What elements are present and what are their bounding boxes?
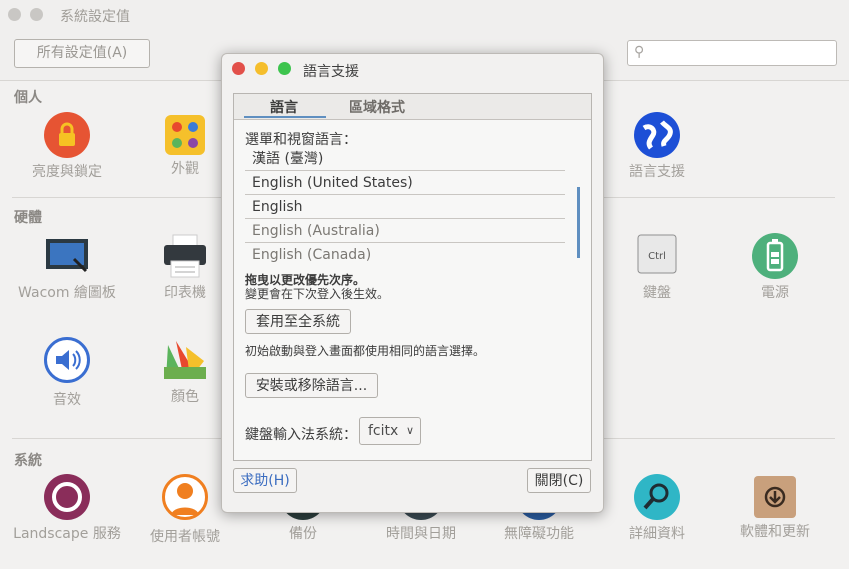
- all-settings-button[interactable]: 所有設定值(A): [14, 39, 150, 68]
- dialog-titlebar: 語言支援: [222, 54, 603, 86]
- section-hardware: 硬體: [14, 210, 42, 226]
- close-window-button[interactable]: [8, 8, 21, 21]
- apply-description: 初始啟動與登入畫面都使用相同的語言選擇。: [245, 344, 486, 358]
- language-item[interactable]: 漢語 (臺灣): [245, 148, 565, 171]
- dialog-maximize-button[interactable]: [278, 62, 291, 75]
- speaker-icon: [44, 337, 90, 383]
- language-support-dialog: 語言支援 語言 區域格式 選單和視窗語言： 漢語 (臺灣) English (U…: [221, 53, 604, 513]
- language-item[interactable]: English (Australia): [245, 220, 565, 243]
- palette-icon: [165, 115, 205, 155]
- menu-language-label: 選單和視窗語言：: [245, 132, 357, 148]
- item-brightness-lock[interactable]: 亮度與鎖定: [12, 112, 122, 181]
- search-icon: ⚲: [634, 44, 645, 60]
- language-list-scrollbar[interactable]: [577, 187, 580, 258]
- active-tab-indicator: [244, 116, 326, 118]
- dialog-notebook: 語言 區域格式 選單和視窗語言： 漢語 (臺灣) English (United…: [233, 93, 592, 461]
- tab-language[interactable]: 語言: [270, 97, 298, 117]
- login-hint: 變更會在下次登入後生效。: [245, 287, 390, 301]
- section-personal: 個人: [14, 90, 42, 106]
- item-details[interactable]: 詳細資料: [602, 474, 712, 543]
- dialog-close-button[interactable]: [232, 62, 245, 75]
- color-swatch-icon: [162, 337, 208, 383]
- apply-system-wide-button[interactable]: 套用至全系統: [245, 309, 351, 334]
- input-method-select[interactable]: fcitx ∨: [359, 417, 421, 445]
- magnifier-icon: [634, 474, 680, 520]
- landscape-icon: [44, 474, 90, 520]
- tablet-icon: [44, 233, 90, 279]
- window-title: 系統設定值: [60, 9, 130, 25]
- tab-regional-formats[interactable]: 區域格式: [349, 97, 405, 117]
- tab-bar: 語言 區域格式: [234, 94, 591, 120]
- chevron-down-icon: ∨: [405, 424, 414, 437]
- help-button[interactable]: 求助(H): [233, 468, 297, 493]
- close-button[interactable]: 關閉(C): [527, 468, 591, 493]
- battery-icon: [752, 233, 798, 279]
- user-icon: [162, 474, 208, 520]
- lock-icon: [44, 112, 90, 158]
- language-item[interactable]: English (Canada): [245, 244, 565, 267]
- language-item[interactable]: English (United States): [245, 172, 565, 195]
- window-titlebar: 系統設定值: [0, 0, 849, 30]
- item-landscape[interactable]: Landscape 服務: [12, 474, 122, 543]
- input-method-label: 鍵盤輸入法系統：: [245, 427, 357, 443]
- item-wacom[interactable]: Wacom 繪圖板: [12, 233, 122, 302]
- printer-icon: [162, 233, 208, 279]
- section-system: 系統: [14, 453, 42, 469]
- globe-icon: [634, 112, 680, 158]
- dialog-minimize-button[interactable]: [255, 62, 268, 75]
- install-remove-languages-button[interactable]: 安裝或移除語言...: [245, 373, 378, 398]
- language-item[interactable]: English: [245, 196, 565, 219]
- keyboard-icon: Ctrl: [634, 233, 680, 279]
- svg-text:Ctrl: Ctrl: [648, 251, 666, 262]
- search-input[interactable]: ⚲: [627, 40, 837, 66]
- package-icon: [754, 476, 796, 518]
- dialog-title: 語言支援: [303, 64, 359, 80]
- minimize-window-button[interactable]: [30, 8, 43, 21]
- item-language-support[interactable]: 語言支援: [602, 112, 712, 181]
- item-power[interactable]: 電源: [720, 233, 830, 302]
- item-keyboard[interactable]: Ctrl 鍵盤: [602, 233, 712, 302]
- item-sound[interactable]: 音效: [12, 337, 122, 409]
- item-software-updates[interactable]: 軟體和更新: [720, 474, 830, 541]
